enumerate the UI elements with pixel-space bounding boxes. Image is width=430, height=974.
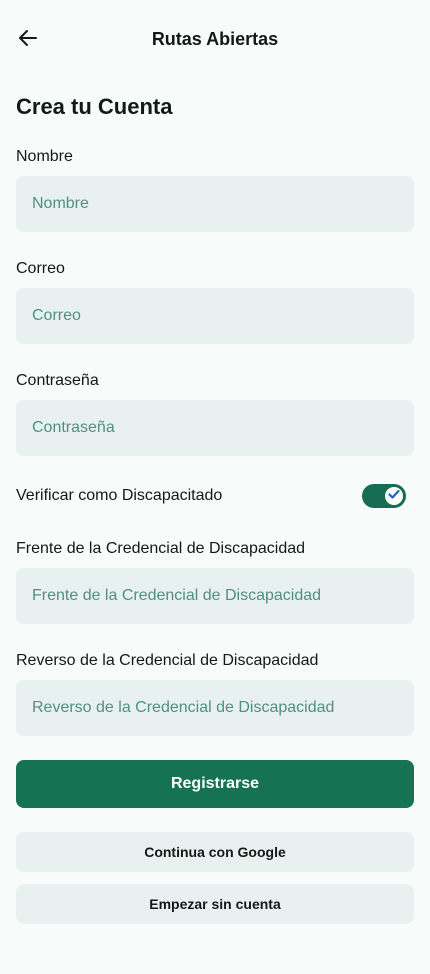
credential-front-input[interactable] — [16, 568, 414, 624]
verify-disabled-label: Verificar como Discapacitado — [16, 487, 223, 504]
register-button[interactable]: Registrarse — [16, 760, 414, 808]
password-input[interactable] — [16, 400, 414, 456]
guest-button[interactable]: Empezar sin cuenta — [16, 884, 414, 924]
credential-front-label: Frente de la Credencial de Discapacidad — [16, 540, 306, 557]
checkmark-icon — [387, 487, 401, 506]
toggle-knob — [385, 487, 403, 505]
app-title: Rutas Abiertas — [151, 29, 279, 49]
password-label: Contraseña — [16, 372, 99, 389]
name-input[interactable] — [16, 176, 414, 232]
page-title: Crea tu Cuenta — [16, 94, 173, 119]
verify-disabled-toggle[interactable] — [362, 484, 406, 508]
email-input[interactable] — [16, 288, 414, 344]
credential-back-label: Reverso de la Credencial de Discapacidad — [16, 652, 319, 669]
top-bar: Rutas Abiertas — [0, 16, 430, 64]
name-label: Nombre — [16, 148, 73, 165]
google-signin-button[interactable]: Continua con Google — [16, 832, 414, 872]
credential-back-input[interactable] — [16, 680, 414, 736]
email-label: Correo — [16, 260, 65, 277]
